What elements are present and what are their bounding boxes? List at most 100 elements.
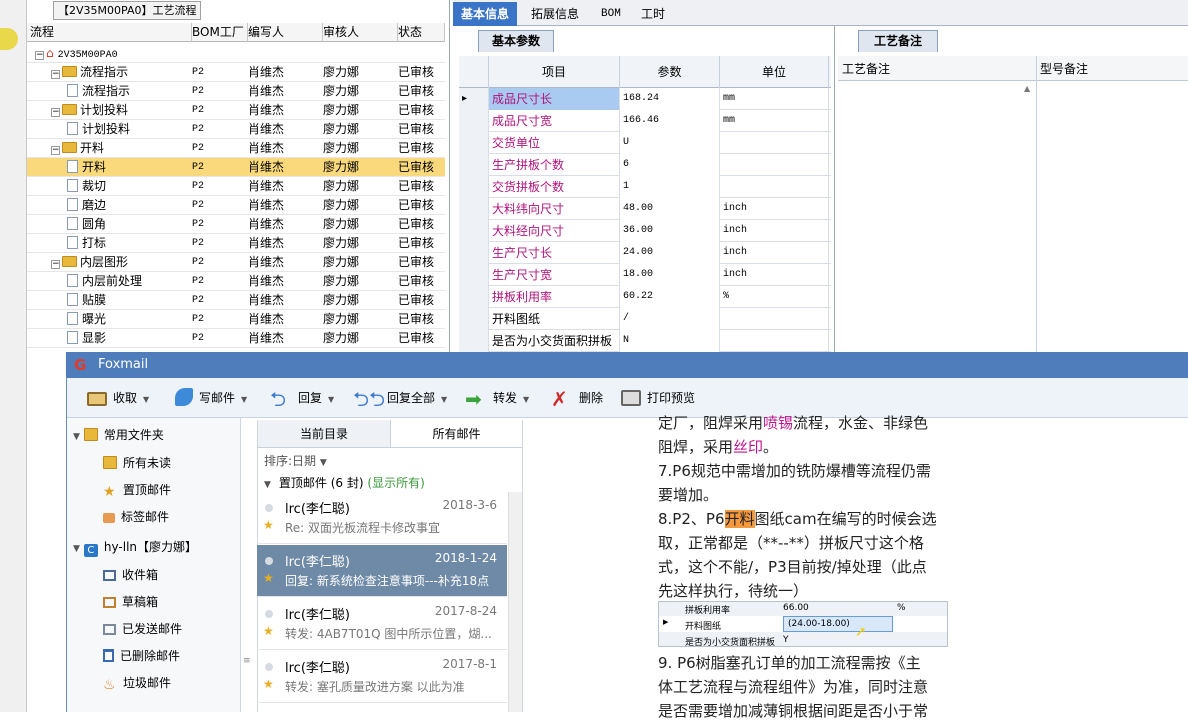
tree-node[interactable]: 显影 <box>67 329 106 348</box>
tree-row[interactable]: 曝光 P2 肖维杰 廖力娜 已审核 <box>27 310 445 329</box>
param-row[interactable]: 成品尺寸宽 166.46 mm <box>459 110 831 132</box>
mail-list-item[interactable]: ★ lrc(李仁聪) 2018-1-24 回复: 新系统检查注意事项---补充18点 <box>257 545 507 597</box>
tree-row[interactable]: − ⌂ 2V35M00PA0 <box>27 44 445 63</box>
scroll-up-icon[interactable]: ▲ <box>1024 84 1030 93</box>
reply-button[interactable]: ⮌ 回复 ▼ <box>270 378 334 418</box>
tree-node[interactable]: − 内层图形 <box>51 253 128 272</box>
folder-drafts[interactable]: 草稿箱 <box>103 589 158 615</box>
col-header-param[interactable]: 参数 <box>620 56 720 88</box>
reply-all-button[interactable]: ⮌⮌ 回复全部 ▼ <box>353 378 447 418</box>
pinned-group-header[interactable]: ▼ 置顶邮件 (6 封) (显示所有) <box>264 474 425 491</box>
param-value-cell[interactable]: 36.00 <box>620 220 720 242</box>
collapse-toggle-icon[interactable]: − <box>51 146 60 155</box>
param-row[interactable]: 交货单位 U <box>459 132 831 154</box>
tab-extended-info[interactable]: 拓展信息 <box>523 2 587 26</box>
folder-junk[interactable]: ♨ 垃圾邮件 <box>103 670 171 696</box>
param-value-cell[interactable]: 48.00 <box>620 198 720 220</box>
tree-row[interactable]: 流程指示 P2 肖维杰 廖力娜 已审核 <box>27 82 445 101</box>
row-indicator[interactable] <box>459 198 489 220</box>
tree-row[interactable]: − 计划投料 P2 肖维杰 廖力娜 已审核 <box>27 101 445 120</box>
tree-row[interactable]: 裁切 P2 肖维杰 廖力娜 已审核 <box>27 177 445 196</box>
tree-node[interactable]: 内层前处理 <box>67 272 142 291</box>
star-icon[interactable]: ★ <box>263 571 274 585</box>
row-indicator[interactable] <box>459 110 489 132</box>
compose-button[interactable]: 写邮件 ▼ <box>175 378 247 418</box>
delete-button[interactable]: ✗ 删除 <box>551 378 603 418</box>
collapse-toggle-icon[interactable]: − <box>35 51 44 60</box>
folder-tagged[interactable]: 标签邮件 <box>103 504 169 530</box>
tree-node[interactable]: 磨边 <box>67 196 106 215</box>
tab-bom[interactable]: BOM <box>593 2 629 26</box>
param-row[interactable]: 大料经向尺寸 36.00 inch <box>459 220 831 242</box>
tree-node[interactable]: 开料 <box>67 158 106 177</box>
tree-row[interactable]: 圆角 P2 肖维杰 廖力娜 已审核 <box>27 215 445 234</box>
col-header-author[interactable]: 编写人 <box>248 23 323 42</box>
star-icon[interactable]: ★ <box>263 677 274 691</box>
receive-button[interactable]: 收取 ▼ <box>87 378 149 418</box>
folder-inbox[interactable]: 收件箱 <box>103 562 158 588</box>
tree-row[interactable]: 计划投料 P2 肖维杰 廖力娜 已审核 <box>27 120 445 139</box>
account-hy-lln[interactable]: ▼ Chy-lln【廖力娜】 <box>73 534 197 560</box>
show-all-link[interactable]: (显示所有) <box>367 476 424 490</box>
tree-row[interactable]: 显影 P2 肖维杰 廖力娜 已审核 <box>27 329 445 348</box>
tree-row[interactable]: 磨边 P2 肖维杰 廖力娜 已审核 <box>27 196 445 215</box>
folder-group-common[interactable]: ▼ 常用文件夹 <box>73 422 164 448</box>
row-indicator[interactable] <box>459 220 489 242</box>
tab-work-hours[interactable]: 工时 <box>633 2 673 26</box>
tree-row[interactable]: − 开料 P2 肖维杰 廖力娜 已审核 <box>27 139 445 158</box>
param-row[interactable]: 开料图纸 / <box>459 308 831 330</box>
param-row[interactable]: ▸ 成品尺寸长 168.24 mm <box>459 88 831 110</box>
folder-sent[interactable]: 已发送邮件 <box>103 616 182 642</box>
tree-node[interactable]: 计划投料 <box>67 120 130 139</box>
col-header-unit[interactable]: 单位 <box>720 56 829 88</box>
row-indicator[interactable] <box>459 286 489 308</box>
param-value-cell[interactable]: 166.46 <box>620 110 720 132</box>
tree-row[interactable]: 贴膜 P2 肖维杰 廖力娜 已审核 <box>27 291 445 310</box>
folder-starred[interactable]: ★ 置顶邮件 <box>103 477 171 503</box>
mail-list-item[interactable]: ★ lrc(李仁聪) 2017-8-1 转发: 塞孔质量改进方案 以此为准 <box>257 651 507 703</box>
col-header-item[interactable]: 项目 <box>489 56 620 88</box>
mail-list-item[interactable]: ★ lrc(李仁聪) 2018-3-6 Re: 双面光板流程卡修改事宜 <box>257 492 507 544</box>
splitter-handle[interactable]: ≡ <box>243 656 251 666</box>
forward-button[interactable]: ➡ 转发 ▼ <box>465 378 529 418</box>
tree-row[interactable]: − 内层图形 P2 肖维杰 廖力娜 已审核 <box>27 253 445 272</box>
param-value-cell[interactable]: / <box>620 308 720 330</box>
tree-row[interactable]: 内层前处理 P2 肖维杰 廖力娜 已审核 <box>27 272 445 291</box>
row-indicator[interactable] <box>459 132 489 154</box>
tab-basic-info[interactable]: 基本信息 <box>453 2 518 26</box>
folder-deleted[interactable]: 已删除邮件 <box>103 643 180 669</box>
tree-node[interactable]: − 计划投料 <box>51 101 128 120</box>
col-header-reviewer[interactable]: 审核人 <box>323 23 398 42</box>
folder-all-unread[interactable]: 所有未读 <box>103 450 171 476</box>
tree-row[interactable]: − 流程指示 P2 肖维杰 廖力娜 已审核 <box>27 63 445 82</box>
param-value-cell[interactable]: 18.00 <box>620 264 720 286</box>
param-row[interactable]: 生产拼板个数 6 <box>459 154 831 176</box>
col-header-status[interactable]: 状态 <box>398 23 445 42</box>
tree-node[interactable]: 曝光 <box>67 310 106 329</box>
param-value-cell[interactable]: 1 <box>620 176 720 198</box>
param-row[interactable]: 拼板利用率 60.22% <box>459 286 831 308</box>
star-icon[interactable]: ★ <box>263 518 274 532</box>
param-row[interactable]: 交货拼板个数 1 <box>459 176 831 198</box>
col-header-bom-factory[interactable]: BOM工厂 <box>192 23 248 42</box>
row-indicator[interactable] <box>459 176 489 198</box>
tree-node[interactable]: − 开料 <box>51 139 104 158</box>
collapse-toggle-icon[interactable]: − <box>51 108 60 117</box>
mail-list-item[interactable]: ★ lrc(李仁聪) 2017-8-24 转发: 4AB7T01Q 图中所示位置，煳.… <box>257 598 507 650</box>
param-value-cell[interactable]: N <box>620 330 720 352</box>
param-row[interactable]: 生产尺寸宽 18.00 inch <box>459 264 831 286</box>
tree-row[interactable]: 开料 P2 肖维杰 廖力娜 已审核 <box>27 158 445 177</box>
tree-node[interactable]: 流程指示 <box>67 82 130 101</box>
tree-node[interactable]: 圆角 <box>67 215 106 234</box>
param-value-cell[interactable]: 60.22 <box>620 286 720 308</box>
collapse-toggle-icon[interactable]: − <box>51 260 60 269</box>
row-indicator[interactable] <box>459 242 489 264</box>
tab-all-mail[interactable]: 所有邮件 <box>390 420 522 448</box>
subtab-basic-params[interactable]: 基本参数 <box>478 30 554 52</box>
subtab-process-notes[interactable]: 工艺备注 <box>858 30 938 52</box>
param-value-cell[interactable]: 6 <box>620 154 720 176</box>
star-icon[interactable]: ★ <box>263 624 274 638</box>
row-indicator[interactable] <box>459 154 489 176</box>
row-indicator[interactable] <box>459 330 489 352</box>
param-row[interactable]: 生产尺寸长 24.00 inch <box>459 242 831 264</box>
